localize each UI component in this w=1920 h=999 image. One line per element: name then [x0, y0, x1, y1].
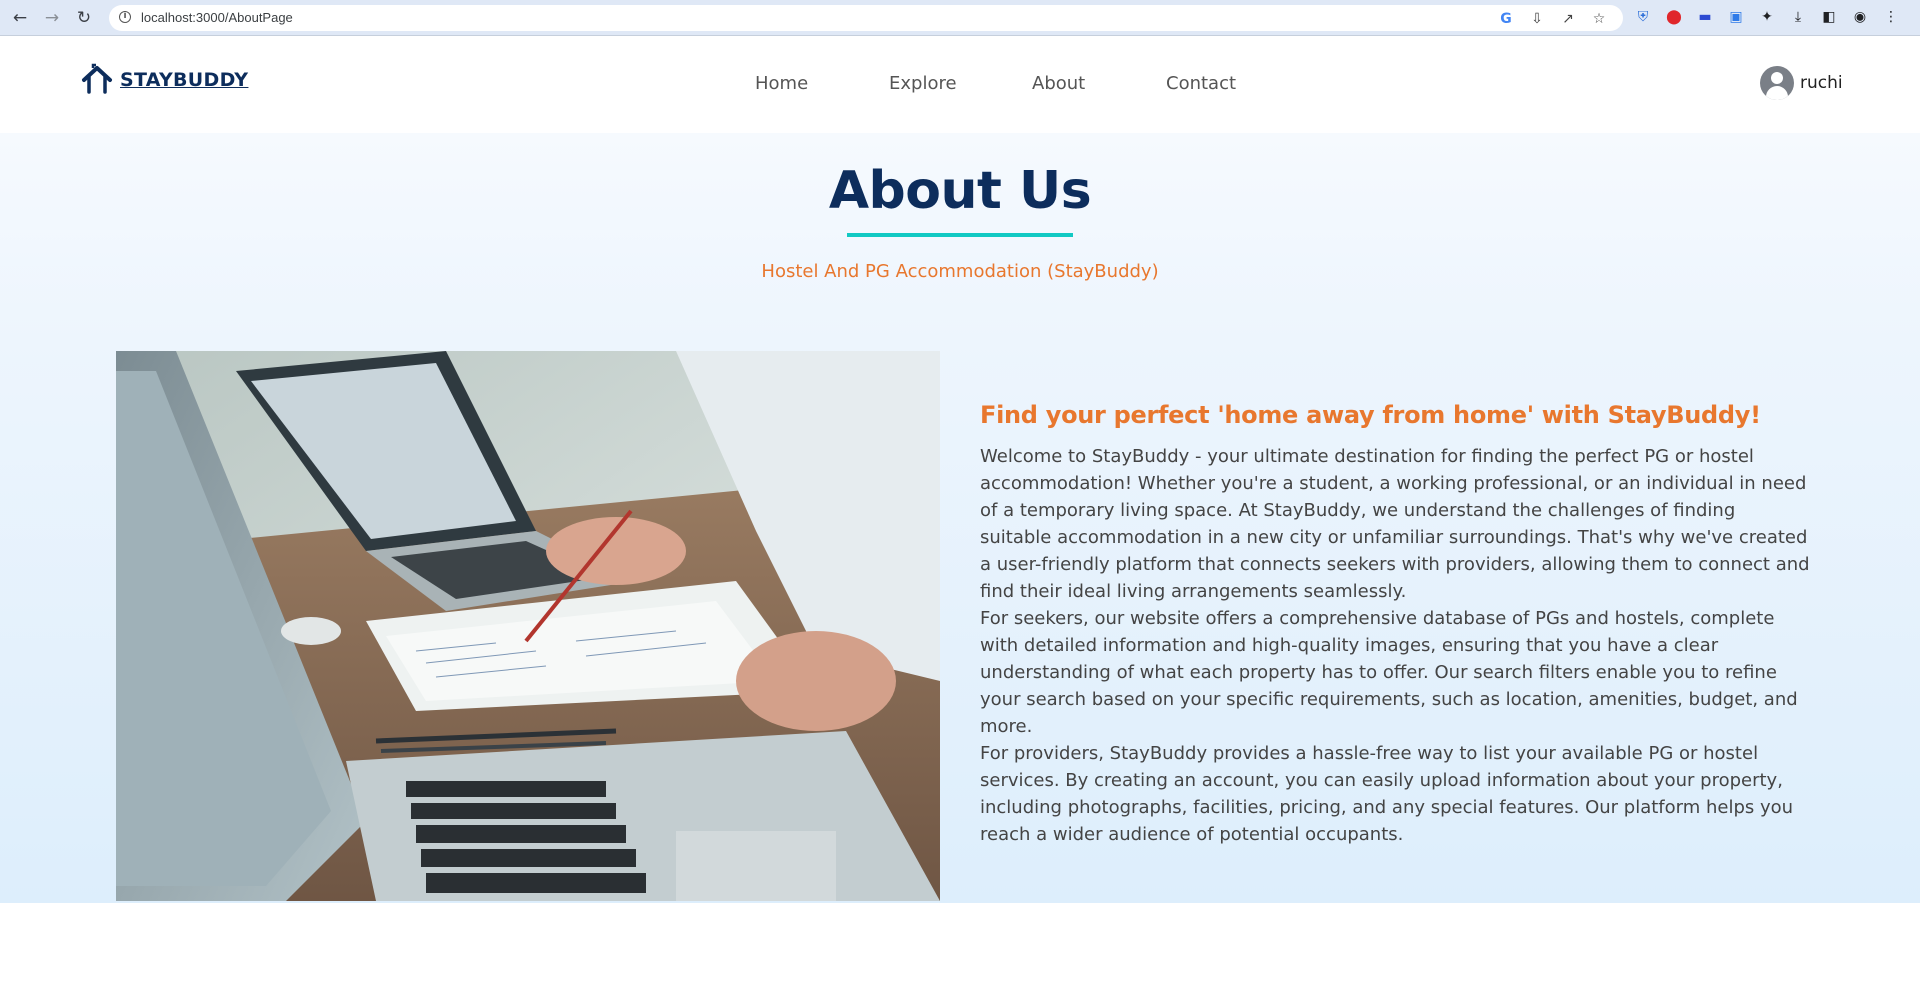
nav-link-home[interactable]: Home — [755, 73, 808, 94]
address-bar[interactable]: i localhost:3000/AboutPage G ⇩ ↗ ☆ — [109, 5, 1623, 31]
user-menu[interactable]: ruchi — [1760, 66, 1843, 100]
about-paragraph-2: For seekers, our website offers a compre… — [980, 608, 1798, 737]
page-title: About Us — [828, 161, 1092, 221]
about-page: STAYBUDDY Home Explore About Contact ruc… — [0, 37, 1920, 903]
title-underline — [847, 233, 1073, 237]
back-arrow-icon[interactable]: ← — [8, 6, 32, 30]
side-panel-icon[interactable]: ◧ — [1820, 8, 1838, 26]
house-logo-icon — [82, 63, 112, 94]
about-heading: Find your perfect 'home away from home' … — [980, 401, 1761, 429]
vpn-extension-icon[interactable]: ▣ — [1727, 8, 1745, 26]
address-url[interactable]: localhost:3000/AboutPage — [141, 10, 293, 25]
user-avatar-icon[interactable] — [1760, 66, 1794, 100]
opera-extension-icon[interactable]: ⬤ — [1665, 8, 1683, 26]
nav-link-contact[interactable]: Contact — [1166, 73, 1236, 94]
nav-link-about[interactable]: About — [1032, 73, 1085, 94]
kebab-menu-icon[interactable]: ⋮ — [1882, 8, 1900, 26]
site-info-icon[interactable]: i — [119, 11, 131, 23]
share-icon[interactable]: ↗ — [1559, 10, 1577, 28]
download-icon[interactable]: ⤓ — [1789, 8, 1807, 26]
about-paragraph-3: For providers, StayBuddy provides a hass… — [980, 743, 1794, 845]
page-subtitle: Hostel And PG Accommodation (StayBuddy) — [761, 261, 1159, 282]
profile-icon[interactable]: ◉ — [1851, 8, 1869, 26]
workspace-illustration — [116, 351, 940, 901]
forward-arrow-icon[interactable]: → — [40, 6, 64, 30]
install-app-icon[interactable]: ⇩ — [1528, 10, 1546, 28]
site-logo[interactable]: STAYBUDDY — [80, 63, 248, 97]
window-extension-icon[interactable]: ▬ — [1696, 8, 1714, 26]
logo-text[interactable]: STAYBUDDY — [120, 69, 248, 91]
shield-extension-icon[interactable]: ⛨ — [1634, 8, 1652, 26]
site-navbar: STAYBUDDY Home Explore About Contact ruc… — [0, 37, 1920, 133]
bookmark-star-icon[interactable]: ☆ — [1590, 10, 1608, 28]
office-laptops-photo — [116, 351, 940, 901]
google-icon[interactable]: G — [1497, 10, 1515, 28]
user-name[interactable]: ruchi — [1800, 73, 1843, 93]
about-paragraph-1: Welcome to StayBuddy - your ultimate des… — [980, 446, 1810, 602]
browser-toolbar: ← → ↻ i localhost:3000/AboutPage G ⇩ ↗ ☆… — [0, 0, 1920, 36]
puzzle-extensions-icon[interactable]: ✦ — [1758, 8, 1776, 26]
about-content: Find your perfect 'home away from home' … — [980, 401, 1810, 848]
reload-icon[interactable]: ↻ — [72, 6, 96, 30]
nav-link-explore[interactable]: Explore — [889, 73, 957, 94]
